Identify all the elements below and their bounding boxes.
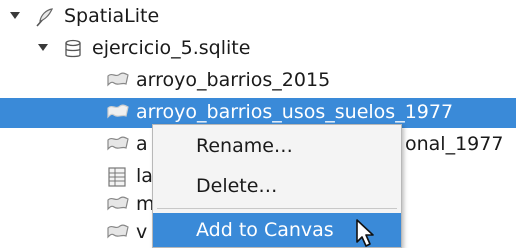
mouse-cursor-icon (355, 218, 379, 248)
table-icon (106, 166, 128, 188)
browser-tree: SpatiaLite ejercicio_5.sqlite arroyo_bar… (0, 0, 516, 248)
polygon-layer-icon (106, 134, 129, 156)
database-icon (62, 38, 84, 60)
tree-item-database[interactable]: ejercicio_5.sqlite (0, 34, 516, 64)
polygon-layer-icon (106, 194, 129, 216)
tree-item-label: SpatiaLite (64, 5, 160, 27)
tree-item-label: arroyo_barrios_usos_suelos_1977 (136, 101, 454, 123)
polygon-layer-icon (106, 222, 129, 244)
polygon-layer-icon (106, 70, 129, 92)
expand-arrow-icon[interactable] (38, 44, 48, 51)
tree-item-label: arroyo_barrios_2015 (136, 69, 331, 91)
polygon-layer-icon (106, 102, 129, 124)
feather-icon (34, 6, 56, 28)
tree-item-label: a (136, 133, 148, 155)
menu-item-label: Delete… (196, 175, 278, 197)
menu-separator (157, 208, 397, 209)
tree-item-label: ejercicio_5.sqlite (92, 37, 251, 59)
tree-item-label: v (136, 221, 148, 243)
menu-item-label: Add to Canvas (196, 219, 334, 241)
menu-item-delete[interactable]: Delete… (153, 169, 401, 203)
expand-arrow-icon[interactable] (10, 12, 20, 19)
tree-item-label-suffix: onal_1977 (405, 133, 504, 155)
tree-item-spatialite[interactable]: SpatiaLite (0, 2, 516, 32)
tree-item-label: la (136, 165, 153, 187)
tree-item-layer[interactable]: arroyo_barrios_2015 (0, 66, 516, 96)
menu-item-label: Rename… (196, 135, 293, 157)
menu-item-rename[interactable]: Rename… (153, 129, 401, 163)
